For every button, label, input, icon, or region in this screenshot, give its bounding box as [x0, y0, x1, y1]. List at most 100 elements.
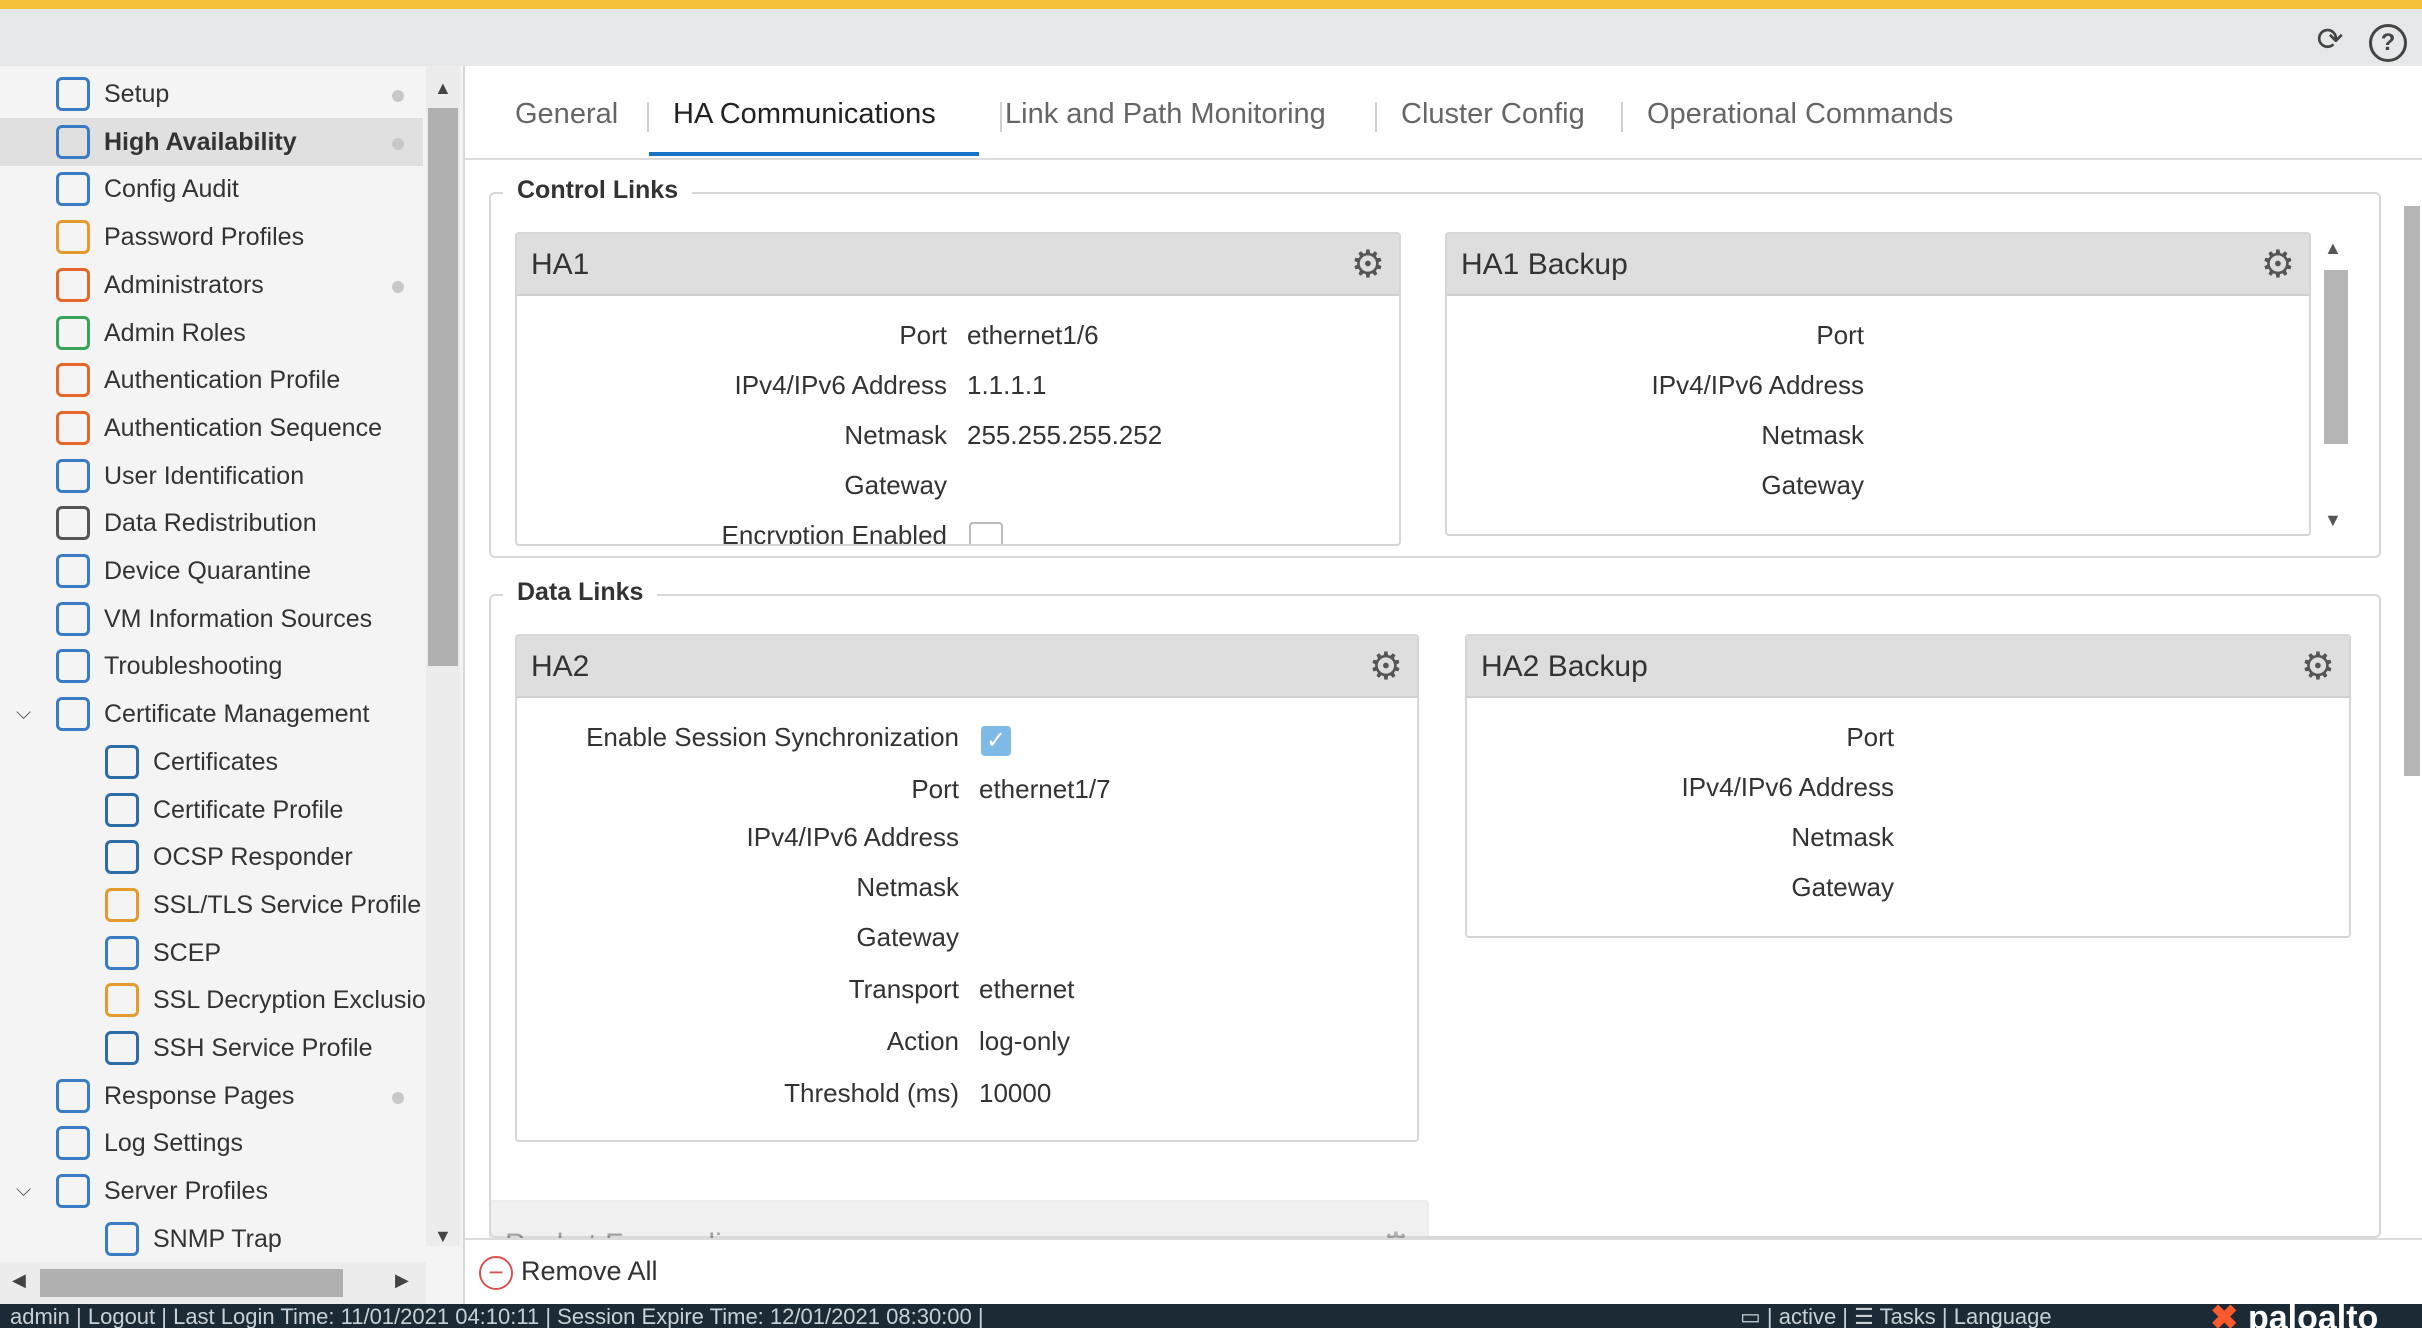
- status-controls[interactable]: ▭ | active | ☰ Tasks | Language: [1740, 1304, 2052, 1328]
- password-profiles-icon: [56, 220, 90, 255]
- scroll-thumb[interactable]: [40, 1269, 343, 1297]
- sidebar-item-ocsp-responder[interactable]: OCSP Responder: [0, 833, 423, 881]
- sidebar-item-log-settings[interactable]: Log Settings: [0, 1119, 423, 1167]
- sidebar-item-label: Certificate Profile: [153, 795, 344, 824]
- sidebar-vertical-scrollbar[interactable]: ▲ ▼: [426, 66, 460, 1246]
- netmask-label: Netmask: [1791, 822, 1894, 852]
- top-toolbar: ⟳ ?: [0, 9, 2422, 66]
- control-links-scrollbar[interactable]: ▲ ▼: [2320, 234, 2350, 538]
- ha2-backup-title: HA2 Backup: [1481, 650, 1648, 683]
- gear-icon[interactable]: ⚙: [2261, 242, 2295, 287]
- log-settings-icon: [56, 1126, 90, 1161]
- sidebar-item-label: VM Information Sources: [104, 604, 373, 633]
- snmp-trap-icon: [105, 1221, 139, 1256]
- netmask-label: Netmask: [856, 872, 959, 902]
- chevron-down-icon[interactable]: ⌵: [16, 1179, 31, 1202]
- sidebar-item-ssl-tls-service-profile[interactable]: SSL/TLS Service Profile: [0, 881, 423, 929]
- sidebar-item-password-profiles[interactable]: Password Profiles: [0, 213, 423, 261]
- scroll-thumb[interactable]: [2324, 270, 2348, 444]
- main-content: General HA Communications Link and Path …: [465, 66, 2422, 1304]
- sidebar-item-vm-information-sources[interactable]: VM Information Sources: [0, 595, 423, 643]
- scroll-right-arrow-icon[interactable]: ▶: [395, 1270, 409, 1291]
- sidebar-nav: Setup High Availability Config Audit Passwo…: [0, 66, 465, 1304]
- scroll-down-arrow-icon[interactable]: ▼: [2324, 510, 2342, 531]
- tab-link-and-path-monitoring[interactable]: Link and Path Monitoring: [1005, 98, 1326, 131]
- ha2-backup-header: HA2 Backup ⚙: [1467, 636, 2349, 698]
- gateway-label: Gateway: [1791, 872, 1894, 902]
- sidebar-item-response-pages[interactable]: Response Pages: [0, 1072, 423, 1120]
- sidebar-item-label: Authentication Profile: [104, 366, 341, 395]
- gear-icon[interactable]: ⚙: [1351, 242, 1385, 287]
- ha1-backup-header: HA1 Backup ⚙: [1447, 234, 2309, 296]
- port-label: Port: [899, 320, 947, 350]
- action-label: Action: [886, 1026, 959, 1056]
- sidebar-item-user-identification[interactable]: User Identification: [0, 452, 423, 500]
- gear-icon[interactable]: ⚙: [1369, 644, 1403, 689]
- address-label: IPv4/IPv6 Address: [1681, 772, 1894, 802]
- troubleshooting-icon: [56, 649, 90, 684]
- scroll-thumb[interactable]: [428, 108, 458, 666]
- gear-icon[interactable]: ⚙: [2301, 644, 2335, 689]
- ocsp-responder-icon: [105, 840, 139, 875]
- netmask-label: Netmask: [1761, 420, 1864, 450]
- sidebar-item-server-profiles[interactable]: ⌵ Server Profiles: [0, 1167, 423, 1215]
- certificate-profile-icon: [105, 792, 139, 827]
- ssl-tls-lock-icon: [105, 887, 139, 922]
- sidebar-item-certificate-profile[interactable]: Certificate Profile: [0, 786, 423, 834]
- scroll-up-arrow-icon[interactable]: ▲: [434, 78, 452, 99]
- authentication-sequence-icon: [56, 410, 90, 445]
- sidebar-item-ssh-service-profile[interactable]: SSH Service Profile: [0, 1024, 423, 1072]
- sidebar-item-administrators[interactable]: Administrators: [0, 261, 423, 309]
- chevron-down-icon[interactable]: ⌵: [16, 702, 31, 725]
- address-label: IPv4/IPv6 Address: [746, 822, 959, 852]
- ha1-backup-panel: HA1 Backup ⚙ Port IPv4/IPv6 Address Netm…: [1445, 232, 2311, 536]
- server-profiles-icon: [56, 1174, 90, 1209]
- sidebar-item-data-redistribution[interactable]: Data Redistribution: [0, 499, 423, 547]
- sidebar-item-high-availability[interactable]: High Availability: [0, 117, 423, 166]
- main-vertical-scrollbar[interactable]: [2400, 166, 2422, 1236]
- sidebar-item-troubleshooting[interactable]: Troubleshooting: [0, 642, 423, 690]
- sidebar-item-label: Device Quarantine: [104, 557, 312, 585]
- admin-roles-icon: [56, 315, 90, 350]
- top-accent-stripe: [0, 0, 2422, 9]
- sidebar-item-label: Troubleshooting: [104, 652, 283, 681]
- scroll-down-arrow-icon[interactable]: ▼: [434, 1226, 452, 1247]
- sidebar-item-device-quarantine[interactable]: Device Quarantine: [0, 547, 423, 595]
- sidebar-item-snmp-trap[interactable]: SNMP Trap: [0, 1215, 423, 1263]
- session-sync-checkbox[interactable]: ✓: [981, 726, 1011, 756]
- sidebar-item-certificates[interactable]: Certificates: [0, 738, 423, 786]
- sidebar-item-label: Password Profiles: [104, 223, 305, 252]
- paloalto-logo: ✖ paloalto: [2210, 1304, 2379, 1328]
- remove-all-button[interactable]: − Remove All: [479, 1256, 658, 1290]
- sidebar-item-setup[interactable]: Setup: [0, 70, 423, 118]
- encryption-enabled-checkbox[interactable]: [969, 522, 1003, 544]
- sidebar-item-ssl-decryption-exclusio[interactable]: SSL Decryption Exclusio: [0, 976, 426, 1024]
- tab-general[interactable]: General: [515, 98, 618, 131]
- sidebar-horizontal-scrollbar[interactable]: ◀ ▶: [0, 1262, 426, 1304]
- sidebar-item-admin-roles[interactable]: Admin Roles: [0, 309, 423, 357]
- ha1-backup-title: HA1 Backup: [1461, 248, 1628, 281]
- netmask-value: 255.255.255.252: [967, 420, 1163, 450]
- sidebar-item-config-audit[interactable]: Config Audit: [0, 165, 423, 213]
- ssh-service-profile-icon: [105, 1031, 139, 1065]
- scroll-up-arrow-icon[interactable]: ▲: [2324, 238, 2342, 259]
- help-icon[interactable]: ?: [2368, 19, 2408, 62]
- scroll-left-arrow-icon[interactable]: ◀: [12, 1270, 26, 1291]
- certificate-management-icon: [56, 697, 90, 732]
- sidebar-item-certificate-management[interactable]: ⌵ Certificate Management: [0, 690, 423, 738]
- action-value: log-only: [979, 1026, 1071, 1056]
- sidebar-item-scep[interactable]: SCEP: [0, 929, 423, 977]
- tab-ha-communications[interactable]: HA Communications: [673, 98, 936, 131]
- port-value: ethernet1/6: [967, 320, 1099, 350]
- sidebar-item-authentication-profile[interactable]: Authentication Profile: [0, 356, 423, 404]
- sidebar-item-label: SSL Decryption Exclusio: [153, 986, 426, 1015]
- tab-operational-commands[interactable]: Operational Commands: [1647, 98, 1953, 131]
- tab-cluster-config[interactable]: Cluster Config: [1401, 98, 1585, 131]
- status-dot: [392, 90, 404, 102]
- sidebar-item-authentication-sequence[interactable]: Authentication Sequence: [0, 404, 423, 452]
- sidebar-item-label: Log Settings: [104, 1129, 243, 1158]
- sidebar-item-label: Response Pages: [104, 1081, 295, 1110]
- refresh-icon[interactable]: ⟳: [2310, 19, 2350, 59]
- scroll-thumb[interactable]: [2404, 206, 2420, 776]
- address-label: IPv4/IPv6 Address: [734, 370, 947, 400]
